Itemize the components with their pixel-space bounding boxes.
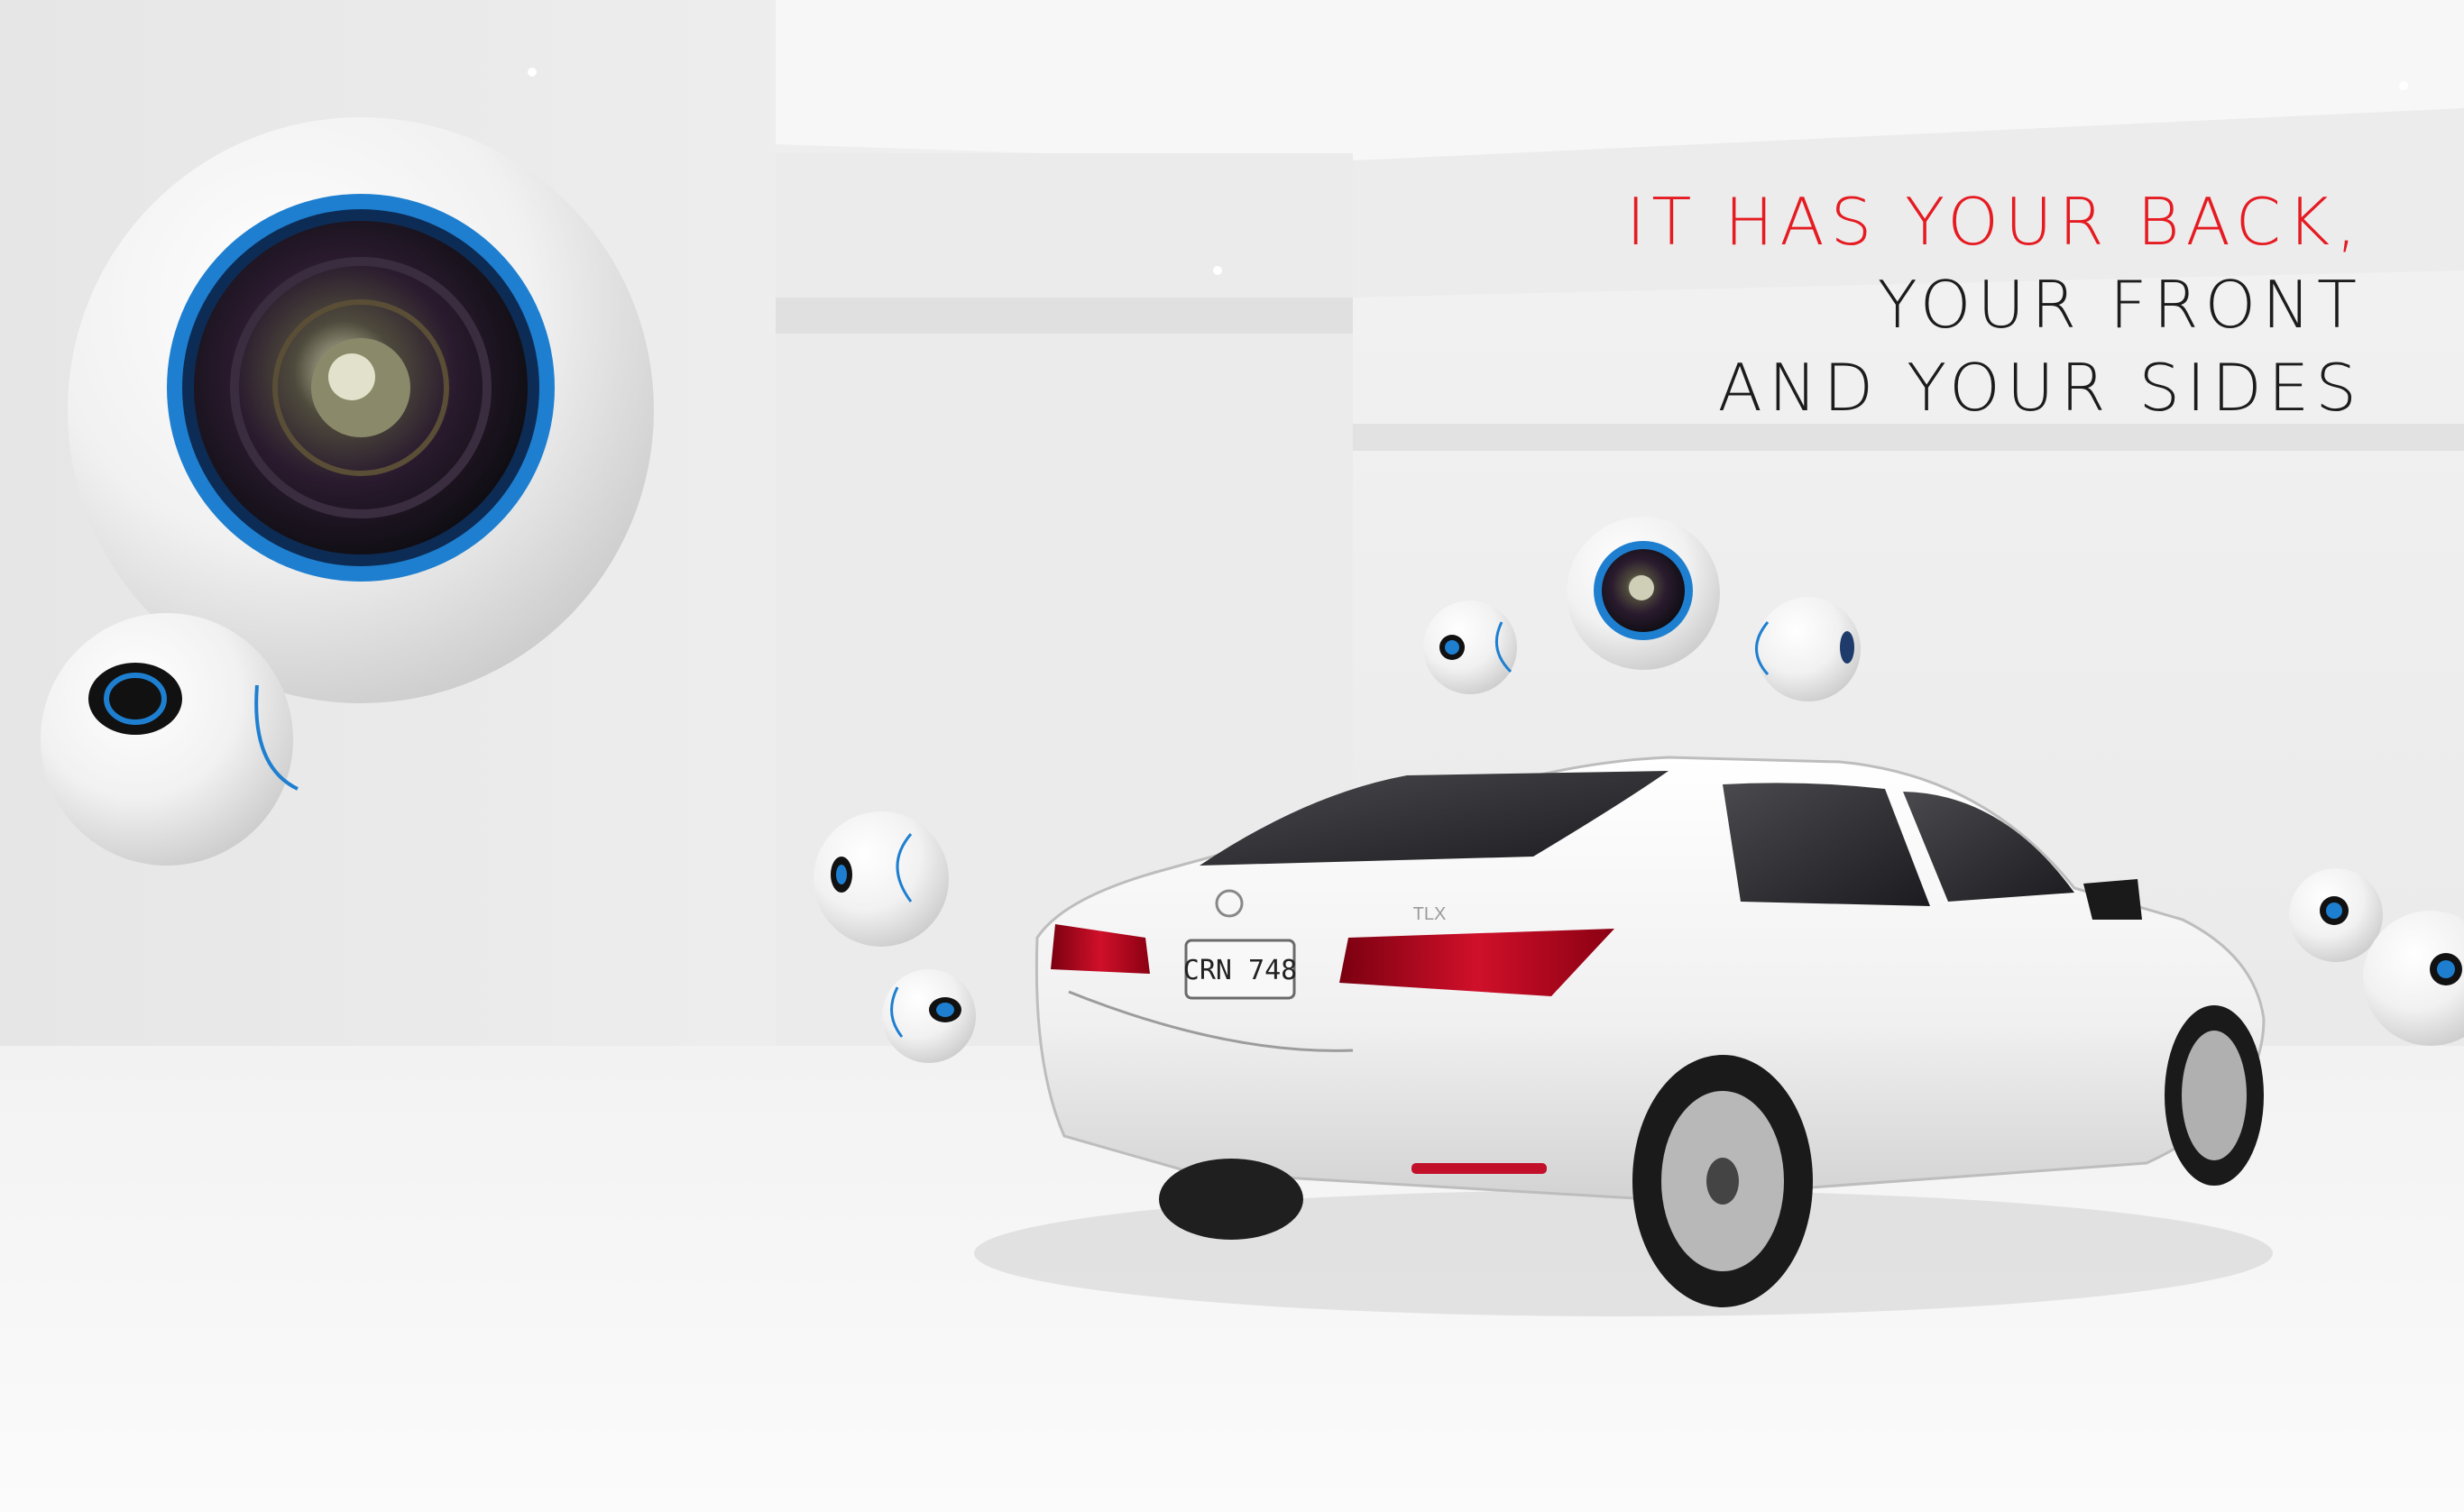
headline-line-1: IT HAS YOUR BACK, [1626, 184, 2363, 260]
license-plate: CRN 748 [1183, 955, 1297, 986]
camera-sphere-low-left [882, 969, 976, 1063]
camera-sphere-mid-left [814, 811, 949, 947]
headline-line-2: YOUR FRONT [1877, 267, 2363, 343]
headline: IT HAS YOUR BACK, YOUR FRONT AND YOUR SI… [1626, 180, 2363, 429]
headline-line-3: AND YOUR SIDES [1717, 350, 2363, 426]
camera-sphere-ceiling-left [1423, 600, 1517, 694]
camera-sphere-ceiling-right [1755, 597, 1861, 701]
trunk-badge: TLX [1413, 904, 1447, 924]
camera-sphere-ceiling-center [1567, 517, 1720, 670]
